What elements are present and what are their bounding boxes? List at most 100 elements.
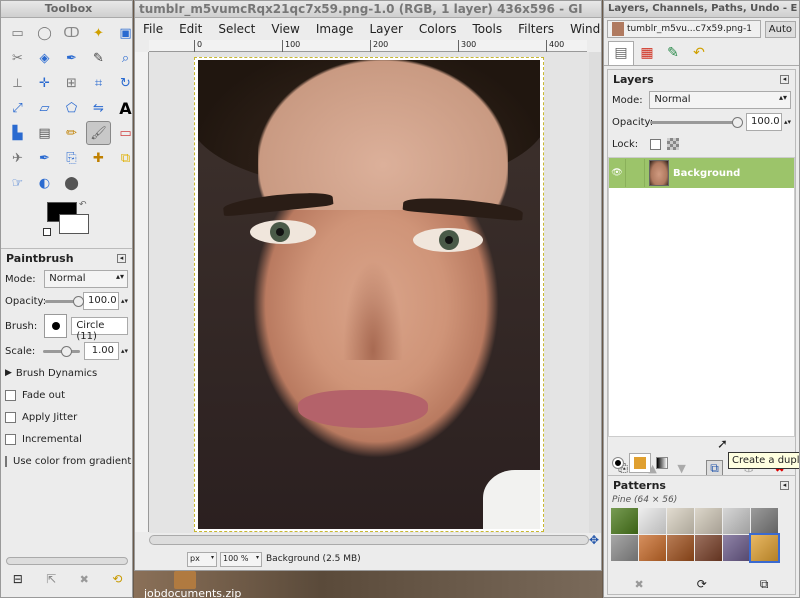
tab-channels[interactable]: ▦ (634, 41, 660, 65)
tab-gradients[interactable] (651, 453, 673, 473)
save-options-icon[interactable]: ⊟ (13, 572, 23, 586)
incremental-checkbox[interactable]: Incremental (1, 428, 132, 450)
desktop-file-label[interactable]: jobdocuments.zip (144, 587, 241, 598)
pattern-swatch[interactable] (695, 508, 722, 534)
lower-layer-icon[interactable]: ▼ (677, 462, 685, 475)
opacity-slider[interactable] (45, 295, 84, 307)
auto-button[interactable]: Auto (764, 20, 796, 38)
gradient-checkbox[interactable]: Use color from gradient (1, 450, 132, 472)
tool-move-icon[interactable]: ✛ (32, 71, 57, 95)
tool-color-picker-icon[interactable]: ✎ (86, 46, 111, 70)
background-color[interactable] (59, 214, 89, 234)
toolbox-scrollbar[interactable] (6, 557, 128, 565)
tool-ink-icon[interactable]: ✒ (32, 146, 57, 170)
layer-row-background[interactable]: 👁 Background (609, 158, 794, 188)
tool-smudge-icon[interactable]: ☞ (5, 171, 30, 195)
menu-windows[interactable]: Windows (562, 22, 601, 36)
refresh-patterns-icon[interactable]: ⟳ (697, 577, 707, 591)
layer-name[interactable]: Background (673, 168, 740, 179)
menu-edit[interactable]: Edit (171, 22, 210, 36)
tool-blend-icon[interactable]: ▤ (32, 121, 57, 145)
tool-airbrush-icon[interactable]: ✈ (5, 146, 30, 170)
duplicate-layer-icon[interactable]: ⧉ (706, 459, 723, 477)
lock-alpha-icon[interactable] (667, 138, 679, 150)
pattern-swatch[interactable] (749, 533, 780, 563)
tool-heal-icon[interactable]: ✚ (86, 146, 111, 170)
horizontal-scrollbar[interactable] (149, 535, 589, 545)
menu-image[interactable]: Image (308, 22, 362, 36)
pattern-swatch[interactable] (667, 508, 694, 534)
tool-paths-icon[interactable]: ✒ (59, 46, 84, 70)
visibility-eye-icon[interactable]: 👁 (609, 168, 625, 178)
canvas-area[interactable] (149, 52, 589, 533)
tool-clone-icon[interactable]: ⎘ (59, 146, 84, 170)
tool-zoom-icon[interactable]: ⌕ (113, 46, 132, 70)
pattern-swatch[interactable] (639, 508, 666, 534)
menu-view[interactable]: View (263, 22, 307, 36)
tool-fuzzy-select-icon[interactable]: ✦ (86, 21, 111, 45)
tool-scissors-select-icon[interactable]: ✂ (5, 46, 30, 70)
pattern-swatch[interactable] (723, 535, 750, 561)
menu-filters[interactable]: Filters (510, 22, 562, 36)
tool-flip-icon[interactable]: ⇋ (86, 96, 111, 120)
horizontal-ruler[interactable]: 0 100 200 300 400 (149, 40, 587, 52)
zoom-combo[interactable]: 100 % ▾ (220, 551, 262, 567)
tool-rotate-icon[interactable]: ↻ (113, 71, 132, 95)
fade-checkbox-box[interactable] (5, 389, 16, 401)
menu-colors[interactable]: Colors (411, 22, 465, 36)
brush-dynamics-expander[interactable]: ▶ Brush Dynamics (1, 362, 132, 384)
apply-jitter-checkbox[interactable]: Apply Jitter (1, 406, 132, 428)
pattern-copy-icon[interactable]: ⧉ (760, 577, 769, 592)
reset-options-icon[interactable]: ⟲ (112, 572, 122, 586)
menu-select[interactable]: Select (210, 22, 263, 36)
tool-bucket-fill-icon[interactable]: ▙ (5, 121, 30, 145)
jitter-checkbox-box[interactable] (5, 411, 16, 423)
pattern-swatch[interactable] (695, 535, 722, 561)
unit-combo[interactable]: px ▾ (187, 551, 217, 567)
scale-slider[interactable] (43, 345, 80, 357)
chain-toggle[interactable] (625, 159, 645, 187)
opacity-spin[interactable]: 100.0 (82, 292, 119, 310)
configure-tab-icon[interactable]: ◂ (117, 254, 126, 263)
tab-paths[interactable]: ✎ (660, 41, 686, 65)
swap-colors-icon[interactable]: ↶ (79, 200, 87, 210)
tool-scale-icon[interactable]: ⤢ (5, 96, 30, 120)
layer-opacity-slider[interactable] (650, 116, 743, 128)
pattern-swatch[interactable] (611, 508, 638, 534)
tool-align-icon[interactable]: ⊞ (59, 71, 84, 95)
pattern-swatch[interactable] (667, 535, 694, 561)
delete-pattern-icon[interactable]: ✖ (635, 578, 644, 591)
scale-spin[interactable]: 1.00 (83, 342, 119, 360)
tool-pencil-icon[interactable]: ✏ (59, 121, 84, 145)
layers-menu-icon[interactable]: ◂ (780, 75, 789, 84)
delete-options-icon[interactable]: ✖ (80, 573, 89, 586)
brush-preview[interactable] (43, 314, 68, 338)
tool-perspective-icon[interactable]: ⬠ (59, 96, 84, 120)
tool-measure-icon[interactable]: ⟂ (5, 71, 30, 95)
tab-patterns[interactable] (629, 453, 651, 473)
fade-out-checkbox[interactable]: Fade out (1, 384, 132, 406)
layer-opacity-spin[interactable]: 100.0 (745, 113, 782, 131)
menu-layer[interactable]: Layer (361, 22, 410, 36)
pattern-swatch[interactable] (751, 508, 778, 534)
tool-by-color-select-icon[interactable]: ▣ (113, 21, 132, 45)
menu-file[interactable]: File (135, 22, 171, 36)
tab-undo[interactable]: ↶ (686, 41, 712, 65)
pattern-swatch[interactable] (639, 535, 666, 561)
default-colors-icon[interactable] (43, 228, 51, 236)
incremental-checkbox-box[interactable] (5, 433, 16, 445)
tool-text-icon[interactable]: A (113, 96, 132, 120)
vertical-scrollbar[interactable] (589, 52, 601, 533)
pattern-swatch[interactable] (723, 508, 750, 534)
layer-mode-combo[interactable]: Normal ▴▾ (649, 91, 791, 109)
tool-shear-icon[interactable]: ▱ (32, 96, 57, 120)
lock-pixels-checkbox[interactable] (650, 138, 661, 150)
navigate-icon[interactable]: ✥ (589, 533, 599, 547)
vertical-ruler[interactable] (135, 52, 149, 532)
image-selector-combo[interactable]: tumblr_m5vu...c7x59.png-1 (607, 20, 761, 38)
tool-dodge-burn-icon[interactable]: ◐ (32, 171, 57, 195)
tool-foreground-select-icon[interactable]: ◈ (32, 46, 57, 70)
image-canvas[interactable] (194, 57, 544, 532)
tool-paintbrush-icon[interactable]: 🖌 (86, 121, 111, 145)
restore-options-icon[interactable]: ⇱ (46, 572, 56, 586)
